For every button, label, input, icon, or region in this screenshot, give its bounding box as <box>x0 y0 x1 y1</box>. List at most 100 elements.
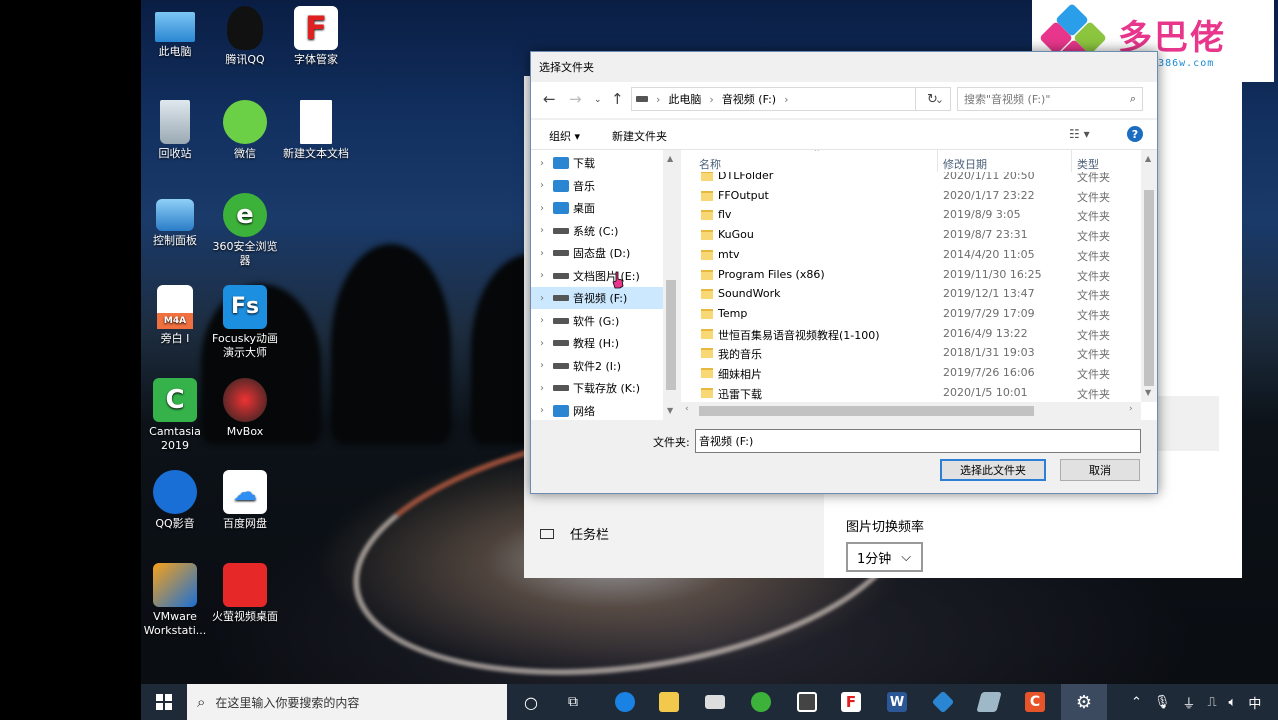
headset-icon[interactable]: ⏚ <box>1182 693 1195 712</box>
recent-chevron-icon[interactable]: ⌄ <box>594 95 602 105</box>
expand-chevron-icon[interactable]: › <box>531 315 553 326</box>
breadcrumb-drive-f[interactable]: 音视频 (F:) <box>722 91 776 107</box>
column-type[interactable]: 类型 <box>1077 156 1099 172</box>
help-icon[interactable]: ? <box>1127 126 1143 142</box>
tree-item[interactable]: › 软件2 (I:) <box>531 355 663 377</box>
freq-dropdown[interactable]: 1分钟 ⌵ <box>846 542 923 572</box>
tree-item[interactable]: › 下载 <box>531 152 663 174</box>
volume-icon[interactable]: 🔈︎ <box>1229 695 1237 710</box>
microphone-icon[interactable]: 🎙︎ <box>1154 695 1171 710</box>
task-view-icon[interactable]: ⧉ <box>561 684 585 720</box>
store-icon[interactable] <box>797 692 817 712</box>
expand-chevron-icon[interactable]: › <box>531 338 553 349</box>
breadcrumb-this-pc[interactable]: 此电脑 <box>668 91 701 107</box>
file-row[interactable]: Program Files (x86) 2019/11/30 16:25 文件夹 <box>681 265 1141 285</box>
mail-icon[interactable] <box>705 695 725 709</box>
file-row[interactable]: flv 2019/8/9 3:05 文件夹 <box>681 205 1141 225</box>
desktop-icon-mvbox[interactable]: MvBox <box>210 378 280 439</box>
desktop-icon-vmware[interactable]: VMware Workstati... <box>140 563 210 638</box>
scroll-right-icon[interactable]: › <box>1129 404 1133 414</box>
desktop-icon-new-text-doc[interactable]: 新建文本文档 <box>281 100 351 161</box>
select-folder-button[interactable]: 选择此文件夹 <box>940 459 1046 481</box>
tree-item[interactable]: › 音视频 (F:) <box>531 287 663 309</box>
desktop-icon-recycle-bin[interactable]: 回收站 <box>140 100 210 161</box>
list-vertical-scrollbar[interactable]: ▲ ▼ <box>1141 150 1157 402</box>
taskbar-search-box[interactable]: ⌕ 在这里输入你要搜索的内容 <box>187 684 507 720</box>
scroll-down-icon[interactable]: ▼ <box>667 406 673 415</box>
expand-chevron-icon[interactable]: › <box>531 180 553 191</box>
scroll-up-icon[interactable]: ▲ <box>667 154 673 163</box>
list-horizontal-scrollbar[interactable]: ‹ › <box>681 402 1141 420</box>
expand-chevron-icon[interactable]: › <box>531 360 553 371</box>
expand-chevron-icon[interactable]: › <box>531 248 553 259</box>
notepad-icon[interactable] <box>976 692 1002 712</box>
app-diamond-icon[interactable] <box>931 690 955 714</box>
desktop-icon-audio-file[interactable]: M4A 旁白 I <box>140 285 210 346</box>
tree-item[interactable]: › 软件 (G:) <box>531 310 663 332</box>
tree-item[interactable]: › 系统 (C:) <box>531 220 663 242</box>
expand-chevron-icon[interactable]: › <box>531 203 553 214</box>
desktop-icon-wechat[interactable]: 微信 <box>210 100 280 161</box>
scroll-up-icon[interactable]: ▲ <box>1145 154 1151 163</box>
ime-indicator[interactable]: 中 <box>1248 693 1261 712</box>
desktop-icon-baidu-netdisk[interactable]: ☁ 百度网盘 <box>210 470 280 531</box>
tree-item[interactable]: › 音乐 <box>531 175 663 197</box>
cortana-icon[interactable]: ○ <box>519 684 543 720</box>
scroll-left-icon[interactable]: ‹ <box>685 404 689 414</box>
desktop-icon-qq-player[interactable]: QQ影音 <box>140 470 210 531</box>
word-icon[interactable]: W <box>887 692 907 712</box>
browser-360-icon[interactable] <box>751 692 771 712</box>
refresh-button[interactable]: ↻ <box>915 87 949 111</box>
back-arrow-icon[interactable]: ← <box>543 90 556 108</box>
view-options-button[interactable]: ☷ ▾ <box>1069 127 1090 141</box>
column-date[interactable]: 修改日期 <box>943 156 987 172</box>
desktop-icon-focusky[interactable]: Fs Focusky动画演示大师 <box>210 285 280 360</box>
desktop-icon-font-manager[interactable]: F 字体管家 <box>281 6 351 67</box>
expand-chevron-icon[interactable]: › <box>531 270 553 281</box>
expand-chevron-icon[interactable]: › <box>531 158 553 169</box>
tree-item[interactable]: › 文档图片 (E:) <box>531 265 663 287</box>
show-hidden-icons-icon[interactable]: ⌃ <box>1131 695 1142 710</box>
file-row[interactable]: 我的音乐 2018/1/31 19:03 文件夹 <box>681 343 1141 363</box>
desktop-icon-control-panel[interactable]: 控制面板 <box>140 193 210 248</box>
forward-arrow-icon[interactable]: → <box>569 90 582 108</box>
tree-scroll-thumb[interactable] <box>666 280 676 390</box>
file-row[interactable]: mtv 2014/4/20 11:05 文件夹 <box>681 245 1141 265</box>
tree-item[interactable]: › 下载存放 (K:) <box>531 377 663 399</box>
organize-button[interactable]: 组织 ▾ <box>549 128 580 144</box>
desktop-icon-fire-video[interactable]: 火萤视频桌面 <box>210 563 280 624</box>
font-manager-taskbar-icon[interactable]: F <box>841 692 861 712</box>
expand-chevron-icon[interactable]: › <box>531 405 553 416</box>
settings-nav-taskbar[interactable]: 任务栏 <box>540 524 609 543</box>
new-folder-button[interactable]: 新建文件夹 <box>612 128 667 144</box>
start-button[interactable] <box>149 684 179 720</box>
camtasia-taskbar-icon[interactable]: C <box>1025 692 1045 712</box>
file-explorer-icon[interactable] <box>659 692 679 712</box>
desktop-icon-this-pc[interactable]: 此电脑 <box>140 6 210 59</box>
tree-item[interactable]: › 桌面 <box>531 197 663 219</box>
file-row[interactable]: 迅雷下载 2020/1/5 10:01 文件夹 <box>681 383 1141 403</box>
list-vscroll-thumb[interactable] <box>1144 190 1154 386</box>
desktop-icon-360-browser[interactable]: e 360安全浏览器 <box>210 193 280 268</box>
settings-gear-icon[interactable]: ⚙ <box>1061 684 1107 720</box>
expand-chevron-icon[interactable]: › <box>531 383 553 394</box>
search-input[interactable]: 搜索"音视频 (F:)" ⌕ <box>957 87 1143 111</box>
tree-item[interactable]: › 网络 <box>531 400 663 421</box>
network-icon[interactable]: ⎍ <box>1207 695 1216 710</box>
file-row[interactable]: FFOutput 2020/1/17 23:22 文件夹 <box>681 186 1141 206</box>
expand-chevron-icon[interactable]: › <box>531 225 553 236</box>
column-name[interactable]: 名称 <box>699 156 721 172</box>
edge-icon[interactable] <box>615 692 635 712</box>
cancel-button[interactable]: 取消 <box>1060 459 1140 481</box>
desktop-icon-camtasia[interactable]: C Camtasia 2019 <box>140 378 210 453</box>
desktop-icon-qq[interactable]: 腾讯QQ <box>210 6 280 67</box>
column-divider[interactable] <box>1071 150 1072 172</box>
column-divider[interactable] <box>937 150 938 172</box>
up-arrow-icon[interactable]: ↑ <box>611 90 624 108</box>
file-row[interactable]: Temp 2019/7/29 17:09 文件夹 <box>681 304 1141 324</box>
folder-input[interactable]: 音视频 (F:) <box>695 429 1141 453</box>
file-row[interactable]: KuGou 2019/8/7 23:31 文件夹 <box>681 225 1141 245</box>
tree-scrollbar[interactable]: ▲ ▼ <box>663 150 679 420</box>
expand-chevron-icon[interactable]: › <box>531 293 553 304</box>
tree-item[interactable]: › 教程 (H:) <box>531 332 663 354</box>
